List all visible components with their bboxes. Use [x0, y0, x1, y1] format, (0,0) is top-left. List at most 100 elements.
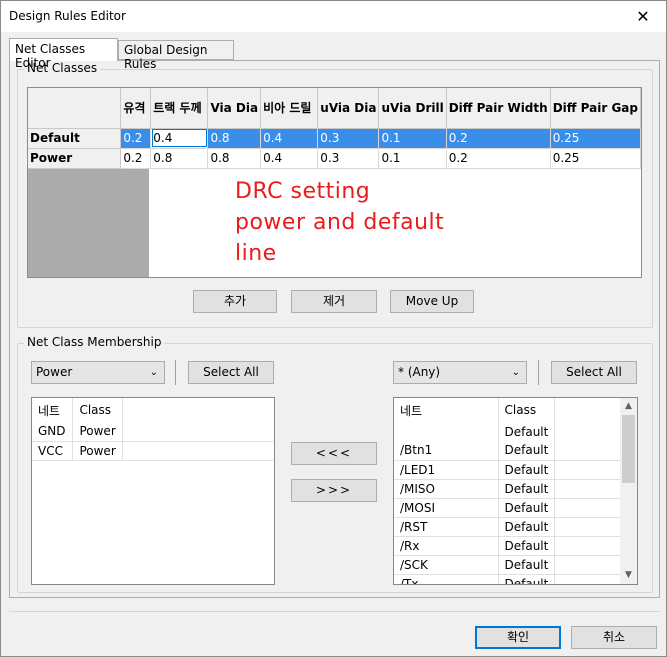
filler-cell [555, 422, 625, 441]
list-item[interactable]: /LED1 Default [394, 460, 625, 480]
net-class: Default [497, 422, 556, 441]
list-item[interactable]: VCC Power [32, 441, 274, 461]
list-item[interactable]: Default [394, 422, 625, 441]
class-column-header[interactable]: Class [72, 398, 123, 422]
left-class-filter-dropdown[interactable]: Power ⌄ [31, 361, 165, 384]
tab-global-design-rules[interactable]: Global Design Rules [118, 40, 234, 71]
list-item[interactable]: GND Power [32, 422, 274, 442]
grid-cell[interactable]: 0.2 [446, 148, 551, 169]
grid-cell[interactable]: 0.8 [207, 128, 262, 149]
filler-cell [122, 422, 274, 442]
column-header[interactable]: Via Dia [207, 88, 262, 129]
left-select-all-button[interactable]: Select All [188, 361, 274, 384]
scroll-up-icon[interactable]: ▲ [620, 398, 637, 415]
list-item[interactable]: /Tx Default [394, 574, 625, 584]
net-name: /MISO [394, 479, 499, 499]
window-title: Design Rules Editor [9, 9, 126, 23]
grid-cell[interactable]: 0.8 [150, 148, 209, 169]
design-rules-editor-window: Design Rules Editor ✕ Net Classes Editor… [0, 0, 667, 657]
net-name: /Tx [394, 574, 499, 584]
column-header[interactable]: 비아 드릴 [260, 88, 319, 129]
grid-cell[interactable]: 0.25 [550, 148, 641, 169]
ok-button[interactable]: 확인 [475, 626, 561, 649]
filler-cell [122, 398, 274, 422]
grid-cell[interactable]: 0.2 [446, 128, 551, 149]
list-item[interactable]: /MISO Default [394, 479, 625, 499]
net-class: Power [72, 422, 123, 442]
class-column-header[interactable]: Class [497, 398, 556, 422]
grid-cell[interactable]: 0.3 [317, 128, 380, 149]
grid-cell[interactable]: 0.1 [378, 128, 447, 149]
net-name: /Rx [394, 536, 499, 556]
column-header[interactable]: Diff Pair Gap [550, 88, 641, 129]
net-class: Power [72, 441, 123, 461]
list-item[interactable]: /Btn1 Default [394, 441, 625, 461]
column-header[interactable]: uVia Dia [317, 88, 380, 129]
net-class: Default [498, 555, 556, 575]
grid-cell[interactable]: 0.8 [207, 148, 262, 169]
net-classes-grid[interactable]: 유격 트랙 두께 Via Dia 비아 드릴 uVia Dia uVia Dri… [27, 87, 642, 278]
list-item[interactable]: /SCK Default [394, 555, 625, 575]
net-name: VCC [32, 441, 74, 461]
net-name [394, 422, 498, 441]
net-class-row-power[interactable]: Power 0.2 0.8 0.8 0.4 0.3 0.1 0.2 0.25 [28, 148, 641, 169]
drc-annotation: DRC setting power and default line [235, 179, 445, 266]
list-item[interactable]: /Rx Default [394, 536, 625, 556]
filler-cell [554, 441, 625, 461]
close-icon[interactable]: ✕ [620, 1, 666, 32]
move-left-button[interactable]: <<< [291, 442, 377, 465]
grid-cell[interactable]: 0.4 [260, 128, 319, 149]
filler-cell [554, 555, 625, 575]
grid-cell[interactable]: 0.4 [260, 148, 319, 169]
net-class: Default [498, 479, 556, 499]
column-header[interactable]: 트랙 두께 [150, 88, 209, 129]
remove-button[interactable]: 제거 [291, 290, 377, 313]
membership-group-title: Net Class Membership [24, 335, 165, 349]
scroll-down-icon[interactable]: ▼ [620, 567, 637, 584]
filler-cell [554, 574, 625, 584]
row-header[interactable]: Power [28, 148, 122, 169]
filler-cell [554, 479, 625, 499]
column-header[interactable]: Diff Pair Width [446, 88, 551, 129]
filler-cell [554, 536, 625, 556]
grid-cell[interactable]: 0.3 [317, 148, 380, 169]
move-right-button[interactable]: >>> [291, 479, 377, 502]
net-name: /LED1 [394, 460, 499, 480]
list-item[interactable]: /MOSI Default [394, 498, 625, 518]
vertical-scrollbar[interactable]: ▲ ▼ [620, 398, 637, 584]
filler-cell [554, 460, 625, 480]
right-select-all-button[interactable]: Select All [551, 361, 637, 384]
grid-cell[interactable]: 0.25 [550, 128, 641, 149]
net-class: Default [498, 498, 556, 518]
net-name: GND [32, 422, 74, 442]
net-name: /MOSI [394, 498, 499, 518]
grid-cell[interactable]: 0.1 [378, 148, 447, 169]
footer-divider [9, 611, 660, 612]
separator [538, 360, 539, 385]
grid-corner [28, 88, 122, 129]
add-button[interactable]: 추가 [193, 290, 277, 313]
filler-cell [122, 441, 274, 461]
net-column-header[interactable]: 네트 [394, 398, 498, 422]
column-header[interactable]: 유격 [120, 88, 152, 129]
net-column-header[interactable]: 네트 [32, 398, 74, 422]
right-class-filter-dropdown[interactable]: * (Any) ⌄ [393, 361, 527, 384]
move-up-button[interactable]: Move Up [390, 290, 474, 313]
grid-cell-editing[interactable]: 0.4 [150, 128, 209, 149]
left-net-list[interactable]: 네트 Class GND Power VCC Power [31, 397, 275, 585]
net-class-row-default[interactable]: Default 0.2 0.4 0.8 0.4 0.3 0.1 0.2 0.25 [28, 128, 641, 149]
cancel-button[interactable]: 취소 [571, 626, 657, 649]
net-name: /SCK [394, 555, 499, 575]
list-item[interactable]: /RST Default [394, 517, 625, 537]
grid-cell[interactable]: 0.2 [120, 148, 152, 169]
column-header[interactable]: uVia Drill [378, 88, 447, 129]
scroll-thumb[interactable] [622, 415, 635, 483]
list-header: 네트 Class [394, 398, 625, 422]
grid-cell[interactable]: 0.2 [120, 128, 152, 149]
right-net-list[interactable]: 네트 Class Default /Btn1 Default /LED1 Defau… [393, 397, 638, 585]
filler-cell [555, 398, 625, 422]
tab-net-classes-editor[interactable]: Net Classes Editor [9, 38, 118, 70]
row-header[interactable]: Default [28, 128, 122, 149]
net-class: Default [498, 574, 556, 584]
filler-cell [554, 498, 625, 518]
